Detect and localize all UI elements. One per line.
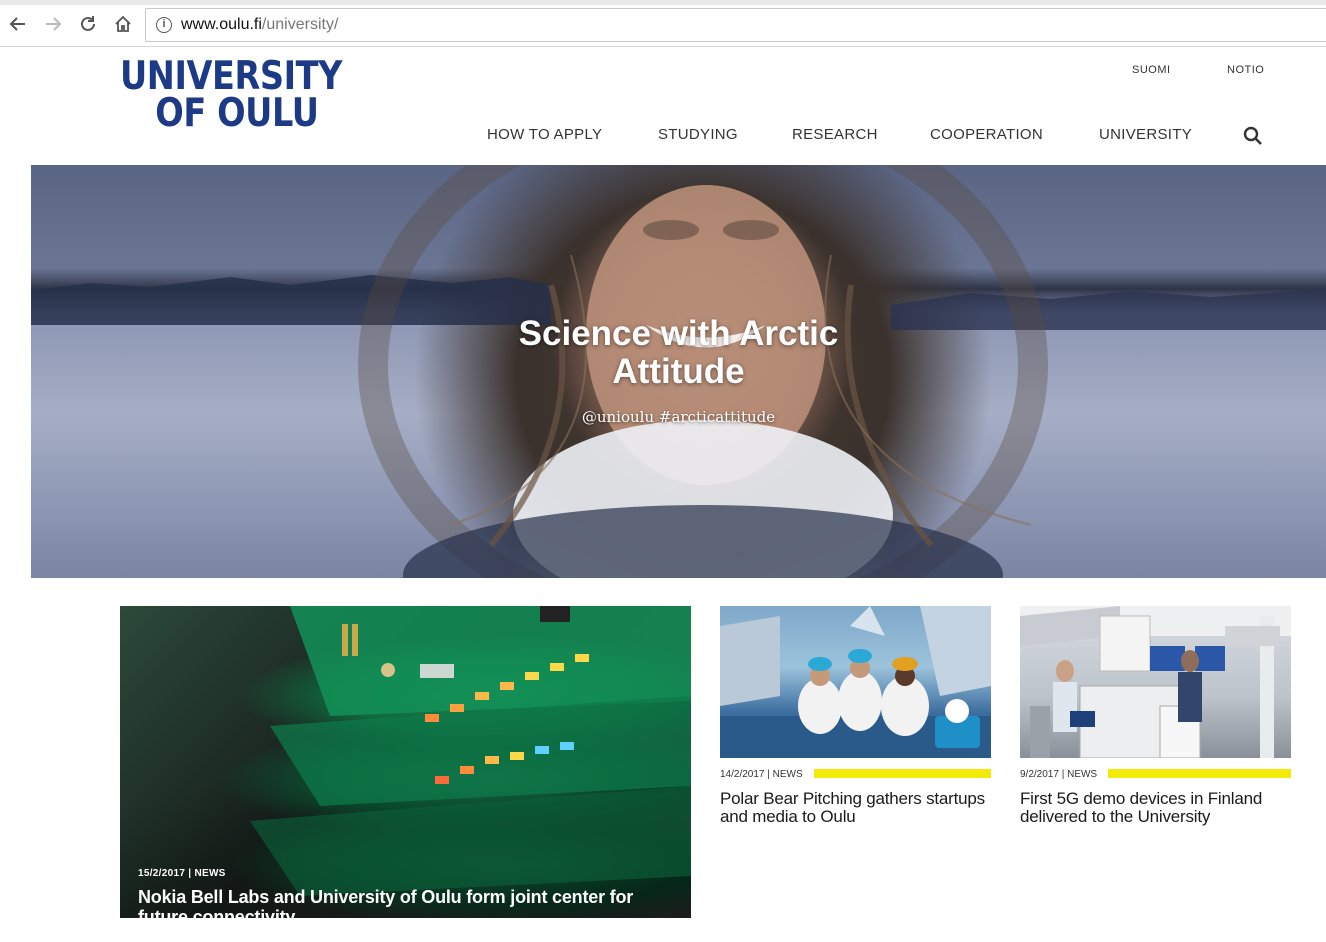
- nav-how-to-apply[interactable]: HOW TO APPLY: [487, 126, 602, 143]
- news-title[interactable]: Polar Bear Pitching gathers startups and…: [720, 790, 991, 826]
- news-card-image[interactable]: [720, 606, 991, 758]
- accent-bar: [814, 769, 991, 778]
- logo-line-2: OF OULU: [155, 91, 319, 136]
- accent-bar: [1108, 769, 1291, 778]
- news-card-polar-bear[interactable]: 14/2/2017 | NEWS Polar Bear Pitching gat…: [720, 606, 991, 826]
- featured-news-title[interactable]: Nokia Bell Labs and University of Oulu f…: [138, 887, 683, 918]
- lang-link-suomi[interactable]: SUOMI: [1132, 64, 1171, 76]
- hero-title: Science with Arctic Attitude: [31, 315, 1326, 391]
- nav-studying[interactable]: STUDYING: [658, 126, 738, 143]
- home-icon[interactable]: [111, 12, 135, 36]
- news-meta: 9/2/2017 | NEWS: [1020, 769, 1098, 780]
- forward-icon[interactable]: [41, 12, 65, 36]
- news-card-5g[interactable]: 9/2/2017 | NEWS First 5G demo devices in…: [1020, 606, 1291, 826]
- url-path: /university/: [261, 16, 339, 33]
- nav-cooperation[interactable]: COOPERATION: [930, 126, 1043, 143]
- news-meta: 14/2/2017 | NEWS: [720, 769, 803, 780]
- hero-title-line-2: Attitude: [612, 352, 745, 391]
- search-icon[interactable]: [1243, 126, 1263, 146]
- back-icon[interactable]: [6, 12, 30, 36]
- logo-line-1: UNIVERSITY: [120, 54, 342, 99]
- nav-research[interactable]: RESEARCH: [792, 126, 878, 143]
- news-category: NEWS: [1067, 769, 1098, 780]
- news-date: 9/2/2017: [1020, 769, 1059, 780]
- news-date: 15/2/2017: [138, 868, 186, 879]
- tab-strip: [0, 0, 1326, 5]
- notio-link[interactable]: NOTIO: [1227, 64, 1264, 76]
- nav-university[interactable]: UNIVERSITY: [1099, 126, 1192, 143]
- browser-toolbar: i www.oulu.fi/university/: [0, 0, 1326, 47]
- address-bar[interactable]: i www.oulu.fi/university/: [145, 8, 1326, 42]
- featured-news-card[interactable]: 15/2/2017 | NEWS Nokia Bell Labs and Uni…: [120, 606, 691, 918]
- url-host: www.oulu.fi: [181, 16, 262, 33]
- news-card-image[interactable]: [1020, 606, 1291, 758]
- news-date: 14/2/2017: [720, 769, 765, 780]
- news-category: NEWS: [194, 868, 226, 879]
- hero-banner[interactable]: Science with Arctic Attitude @unioulu #a…: [31, 165, 1326, 578]
- reload-icon[interactable]: [76, 12, 100, 36]
- hero-tagline: @unioulu #arcticattitude: [581, 408, 776, 426]
- featured-news-meta: 15/2/2017 | NEWS: [138, 868, 226, 879]
- hero-title-line-1: Science with Arctic: [518, 314, 839, 353]
- info-icon[interactable]: i: [156, 17, 172, 33]
- news-category: NEWS: [772, 769, 803, 780]
- university-logo[interactable]: UNIVERSITY OF OULU: [120, 54, 365, 136]
- news-title[interactable]: First 5G demo devices in Finland deliver…: [1020, 790, 1291, 826]
